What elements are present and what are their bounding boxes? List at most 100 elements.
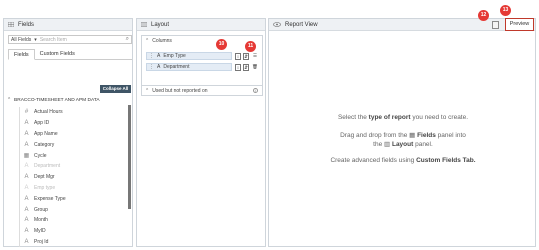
fields-grid-icon xyxy=(8,22,14,27)
annotation-badge: 13 xyxy=(500,5,511,16)
field-item[interactable]: A Emp type xyxy=(19,182,127,194)
fields-panel-header: Fields xyxy=(4,19,132,31)
field-item-label: Department xyxy=(34,163,61,170)
text-a-icon: A xyxy=(24,130,29,137)
field-item[interactable]: A Category xyxy=(19,139,127,151)
column-item-department[interactable]: ⋮ A Department xyxy=(146,63,232,71)
search-icon[interactable]: ⌕ xyxy=(126,36,129,43)
field-item-label: Dept Mgr xyxy=(34,174,55,181)
filter-button[interactable]: ⇵ xyxy=(243,53,249,60)
field-item-label: MyID xyxy=(34,228,46,235)
chevron-up-icon[interactable]: ⌃ xyxy=(7,98,11,103)
column-item-emp-type[interactable]: ⋮ A Emp Type xyxy=(146,52,232,60)
field-item-label: Group xyxy=(34,206,48,213)
menu-icon[interactable]: ☰ xyxy=(252,53,258,60)
field-list: # Actual Hours A App ID A App Name A Category ▦ C… xyxy=(19,107,127,248)
columns-section: ⌃ Columns ⋮ A Emp Type ↕ ⇵ ☰ ⋮ A Departm… xyxy=(141,35,263,87)
tab-custom-fields[interactable]: Custom Fields xyxy=(35,49,80,59)
field-item-label: App Name xyxy=(34,130,58,137)
field-item[interactable]: A App ID xyxy=(19,117,127,129)
layout-grid-icon: ▥ xyxy=(384,141,392,148)
layout-grid-icon xyxy=(141,22,147,27)
layout-panel-title: Layout xyxy=(151,21,170,28)
fields-panel-title: Fields xyxy=(18,21,35,28)
annotation-badge: 12 xyxy=(478,10,489,21)
trash-icon[interactable]: 🗑 xyxy=(252,64,258,71)
text-a-icon: A xyxy=(157,53,161,59)
field-item-label: Category xyxy=(34,141,55,148)
unused-section-header[interactable]: ⌃ Used but not reported on xyxy=(142,86,262,95)
field-item-label: Proj Id xyxy=(34,238,49,245)
fields-grid-icon: ▦ xyxy=(409,132,418,139)
field-item[interactable]: A App Name xyxy=(19,128,127,140)
text-a-icon: A xyxy=(24,238,29,245)
report-hint-line-1: Select the type of report you need to cr… xyxy=(337,114,469,121)
column-item-label: Emp Type xyxy=(163,53,186,59)
text-a-icon: A xyxy=(24,184,29,191)
field-item[interactable]: A MyID xyxy=(19,225,127,237)
drag-handle-icon[interactable]: ⋮ xyxy=(149,64,154,70)
layout-panel-header: Layout xyxy=(137,19,265,31)
text-a-icon: A xyxy=(24,120,29,127)
field-item[interactable]: ▦ Cycle xyxy=(19,150,127,161)
preview-button[interactable]: Preview xyxy=(505,18,534,31)
annotation-badge: 11 xyxy=(245,41,256,52)
field-list-scrollbar[interactable] xyxy=(128,105,131,209)
field-item-label: App ID xyxy=(34,120,50,127)
column-item-label: Department xyxy=(163,64,190,70)
chevron-down-icon[interactable]: ▾ xyxy=(34,37,37,43)
field-item[interactable]: A Proj Id xyxy=(19,236,127,248)
fields-panel: Fields All Fields ▾ Search Item ⌕ Fields… xyxy=(3,18,133,248)
text-a-icon: A xyxy=(24,141,29,148)
sort-button[interactable]: ↕ xyxy=(235,64,241,71)
top-bar xyxy=(0,0,539,15)
search-bar[interactable]: All Fields ▾ Search Item ⌕ xyxy=(8,35,132,44)
field-item[interactable]: A Month xyxy=(19,214,127,226)
sort-button[interactable]: ↕ xyxy=(235,53,241,60)
field-item[interactable]: A Group xyxy=(19,204,127,215)
text-a-icon: A xyxy=(24,174,29,181)
text-a-icon: A xyxy=(24,206,29,213)
field-item[interactable]: A Dept Mgr xyxy=(19,171,127,183)
annotation-badge: 10 xyxy=(216,39,227,50)
field-item-label: Cycle xyxy=(34,152,47,159)
report-hint-line-4: Create advanced fields using Custom Fiel… xyxy=(330,157,476,164)
field-item-label: Month xyxy=(34,217,48,224)
hash-icon: # xyxy=(24,109,29,116)
filter-dropdown[interactable]: All Fields xyxy=(11,37,31,43)
field-item-label: Emp type xyxy=(34,184,56,191)
unused-section: ⌃ Used but not reported on i xyxy=(141,85,263,96)
filter-button[interactable]: ⇵ xyxy=(243,64,249,71)
tab-fields[interactable]: Fields xyxy=(8,49,35,60)
toggle-button[interactable] xyxy=(492,21,499,29)
chevron-up-icon[interactable]: ⌃ xyxy=(145,38,149,44)
field-group-header[interactable]: ⌃ BRACCO-TIMESHEET AND APM DATA xyxy=(7,98,100,103)
eye-icon xyxy=(273,22,281,27)
text-a-icon: A xyxy=(24,217,29,224)
report-hint-line-2: Drag and drop from the ▦ Fields panel in… xyxy=(340,132,466,139)
report-hint-line-3: the ▥ Layout panel. xyxy=(373,141,433,148)
report-view-panel: Report View Select the type of report yo… xyxy=(268,18,536,247)
field-item[interactable]: A Department xyxy=(19,160,127,172)
columns-label: Columns xyxy=(152,37,172,44)
unused-label: Used but not reported on xyxy=(152,87,208,94)
columns-section-header[interactable]: ⌃ Columns xyxy=(142,36,262,45)
collapse-all-button[interactable]: Collapse All xyxy=(100,85,131,93)
calendar-icon: ▦ xyxy=(23,153,30,160)
field-item[interactable]: A Expense Type xyxy=(19,193,127,205)
fields-tabs: Fields Custom Fields xyxy=(8,49,132,60)
layout-panel: Layout ⌃ Columns ⋮ A Emp Type ↕ ⇵ ☰ ⋮ A … xyxy=(136,18,266,247)
search-input[interactable]: Search Item xyxy=(40,37,67,43)
info-icon[interactable]: i xyxy=(253,88,258,93)
field-group-title: BRACCO-TIMESHEET AND APM DATA xyxy=(14,98,100,103)
field-item[interactable]: # Actual Hours xyxy=(19,107,127,118)
text-a-icon: A xyxy=(24,228,29,235)
drag-handle-icon[interactable]: ⋮ xyxy=(149,53,154,59)
report-panel-title: Report View xyxy=(285,21,318,28)
text-a-icon: A xyxy=(157,64,161,70)
chevron-up-icon[interactable]: ⌃ xyxy=(145,88,149,94)
text-a-icon: A xyxy=(24,195,29,202)
field-item-label: Expense Type xyxy=(34,195,66,202)
text-a-icon: A xyxy=(24,163,29,170)
field-item-label: Actual Hours xyxy=(34,109,63,116)
